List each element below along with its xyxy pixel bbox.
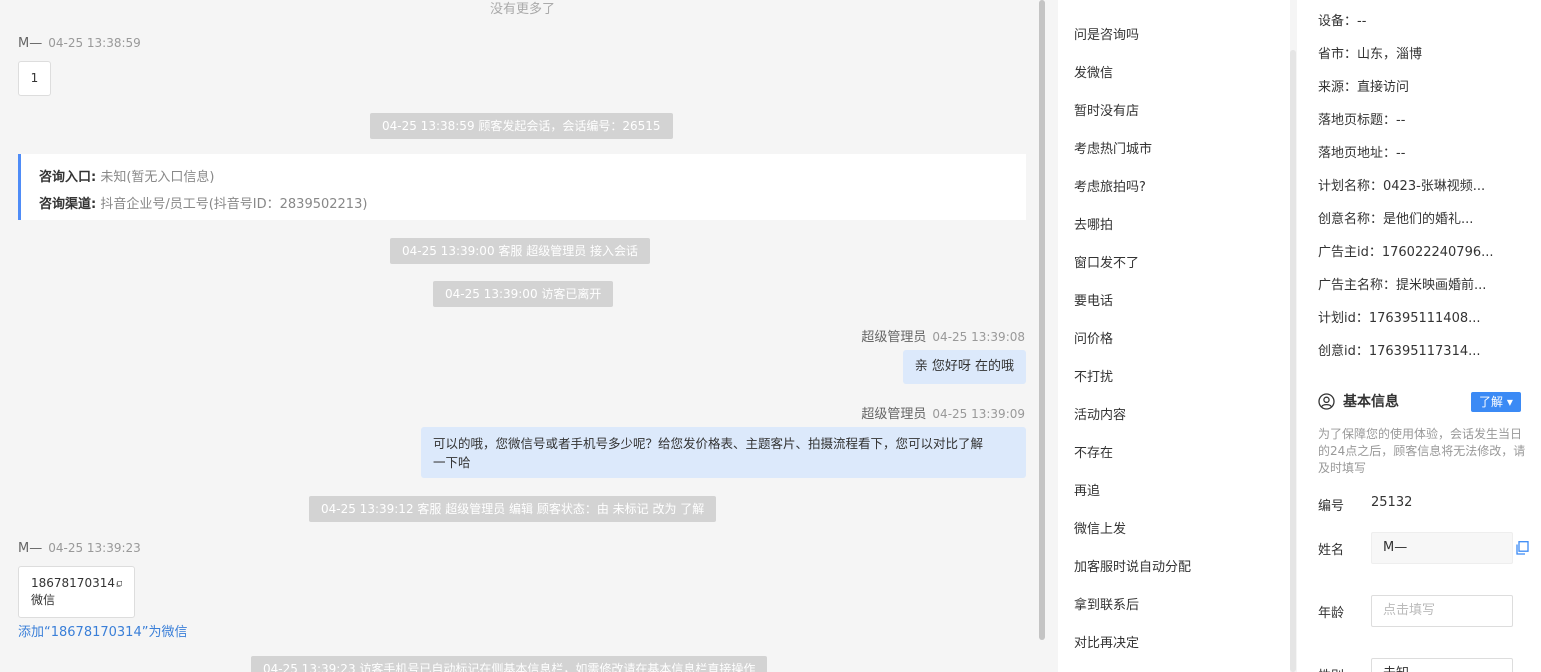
copy-icon[interactable] xyxy=(1515,541,1529,555)
phone-row: 18678170314 xyxy=(31,575,122,592)
name-field[interactable]: M— xyxy=(1371,532,1513,564)
agent-message-line: 可以的哦，您微信号或者手机号多少呢？给您发价格表、主题客片、拍摄流程看下，您可以… xyxy=(433,436,984,451)
quick-reply-item[interactable]: 微信上发 xyxy=(1074,518,1126,537)
user-circle-icon xyxy=(1318,392,1335,410)
quick-reply-item[interactable]: 不打扰 xyxy=(1074,366,1113,385)
chat-scrollbar[interactable] xyxy=(1039,0,1045,672)
quick-reply-item[interactable]: 对比再决定 xyxy=(1074,632,1139,651)
message-meta: 超级管理员 04-25 13:39:09 xyxy=(861,403,1025,422)
plan-name-info: 计划名称：0423-张琳视频... xyxy=(1318,179,1486,194)
chat-scrollbar-thumb[interactable] xyxy=(1039,0,1045,640)
quick-reply-item[interactable]: 考虑热门城市 xyxy=(1074,138,1152,157)
system-message: 04-25 13:39:12 客服 超级管理员 编辑 顾客状态：由 未标记 改为… xyxy=(309,496,717,522)
visitor-info-panel: 设备：-- 省市：山东，淄博 来源：直接访问 落地页标题：-- 落地页地址：--… xyxy=(1297,0,1541,672)
entry-label: 咨询入口: xyxy=(39,170,97,185)
consult-info-card: 咨询入口: 未知(暂无入口信息) 咨询渠道: 抖音企业号/员工号(抖音号ID：2… xyxy=(18,154,1026,220)
no-more-text: 没有更多了 xyxy=(489,2,555,17)
message-time: 04-25 13:39:23 xyxy=(48,541,141,555)
basic-info-hint: 为了保障您的使用体验，会话发生当日的24点之后，顾客信息将无法修改，请及时填写 xyxy=(1318,427,1526,475)
advertiser-name-info: 广告主名称：提米映画婚前... xyxy=(1318,278,1487,293)
channel-value: 抖音企业号/员工号(抖音号ID：2839502213) xyxy=(100,197,368,212)
gender-select[interactable]: 未知 xyxy=(1371,658,1513,672)
gender-label: 性别 xyxy=(1318,665,1344,672)
name-label: 姓名 xyxy=(1318,543,1345,558)
message-time: 04-25 13:39:08 xyxy=(932,330,1025,344)
message-meta: 超级管理员 04-25 13:39:08 xyxy=(861,326,1025,345)
sender-name: M— xyxy=(18,36,43,51)
quick-reply-item[interactable]: 再追 xyxy=(1074,480,1100,499)
landing-url-info: 落地页地址：-- xyxy=(1318,146,1406,161)
advertiser-id-info: 广告主id：176022240796... xyxy=(1318,245,1494,260)
creative-name-info: 创意名称：是他们的婚礼... xyxy=(1318,212,1474,227)
chat-area: 没有更多了 M— 04-25 13:38:59 1 04-25 13:38:59 … xyxy=(0,0,1045,672)
age-field[interactable]: 点击填写 xyxy=(1371,595,1513,627)
agent-message[interactable]: 亲 您好呀 在的哦 xyxy=(902,350,1026,384)
basic-info-title-text: 基本信息 xyxy=(1343,394,1399,410)
quick-replies-panel: 问是咨询吗 发微信 暂时没有店 考虑热门城市 考虑旅拍吗? 去哪拍 窗口发不了 … xyxy=(1058,0,1290,672)
quick-reply-item[interactable]: 问是咨询吗 xyxy=(1074,24,1139,43)
visitor-message[interactable]: 1 xyxy=(18,61,51,96)
sender-name: 超级管理员 xyxy=(861,407,927,422)
basic-info-title: 基本信息 xyxy=(1318,391,1399,411)
channel-label: 咨询渠道: xyxy=(39,197,97,212)
agent-message-line: 一下哈 xyxy=(433,455,471,470)
landing-title-info: 落地页标题：-- xyxy=(1318,113,1406,128)
quick-reply-item[interactable]: 去哪拍 xyxy=(1074,214,1113,233)
quick-reply-item[interactable]: 考虑旅拍吗? xyxy=(1074,176,1146,195)
phone-type: 微信 xyxy=(31,593,56,607)
age-label: 年龄 xyxy=(1318,606,1345,621)
source-info: 来源：直接访问 xyxy=(1318,80,1410,95)
quick-reply-item[interactable]: 窗口发不了 xyxy=(1074,252,1139,271)
creative-id-info: 创意id：176395117314... xyxy=(1318,344,1481,359)
plan-id-info: 计划id：176395111408... xyxy=(1318,311,1481,326)
quick-reply-item[interactable]: 不存在 xyxy=(1074,442,1113,461)
quick-reply-item[interactable]: 问价格 xyxy=(1074,328,1113,347)
quick-reply-item[interactable]: 暂时没有店 xyxy=(1074,100,1139,119)
sender-name: M— xyxy=(18,541,43,556)
system-message: 04-25 13:39:00 客服 超级管理员 接入会话 xyxy=(390,238,651,264)
province-info: 省市：山东，淄博 xyxy=(1318,47,1423,62)
message-time: 04-25 13:38:59 xyxy=(48,36,141,50)
message-meta: M— 04-25 13:39:23 xyxy=(18,541,141,556)
id-label: 编号 xyxy=(1318,499,1345,514)
system-message: 04-25 13:39:00 访客已离开 xyxy=(433,281,614,307)
phone-number: 18678170314 xyxy=(31,576,115,590)
message-time: 04-25 13:39:09 xyxy=(932,407,1025,421)
channel-row: 咨询渠道: 抖音企业号/员工号(抖音号ID：2839502213) xyxy=(39,191,1008,218)
system-message: 04-25 13:38:59 顾客发起会话，会话编号：26515 xyxy=(370,113,673,139)
quick-reply-item[interactable]: 要电话 xyxy=(1074,290,1113,309)
id-value: 25132 xyxy=(1371,495,1413,510)
app-root: 没有更多了 M— 04-25 13:38:59 1 04-25 13:38:59 … xyxy=(0,0,1541,672)
quick-reply-item[interactable]: 加客服时说自动分配 xyxy=(1074,556,1191,575)
quick-replies-scrollbar[interactable] xyxy=(1290,50,1296,672)
visitor-phone-card[interactable]: 18678170314 微信 xyxy=(18,566,135,618)
device-info: 设备：-- xyxy=(1318,14,1367,29)
copy-icon[interactable] xyxy=(116,578,122,590)
entry-value: 未知(暂无入口信息) xyxy=(100,170,215,185)
system-message: 04-25 13:39:23 访客手机号已自动标记在侧基本信息栏，如需修改请在基… xyxy=(251,656,768,672)
quick-reply-item[interactable]: 发微信 xyxy=(1074,62,1113,81)
agent-message[interactable]: 可以的哦，您微信号或者手机号多少呢？给您发价格表、主题客片、拍摄流程看下，您可以… xyxy=(421,427,1026,478)
status-dropdown-button[interactable]: 了解 ▾ xyxy=(1471,392,1521,412)
message-meta: M— 04-25 13:38:59 xyxy=(18,36,141,51)
add-wechat-link[interactable]: 添加“18678170314”为微信 xyxy=(18,621,187,640)
sender-name: 超级管理员 xyxy=(861,330,927,345)
entry-row: 咨询入口: 未知(暂无入口信息) xyxy=(39,164,1008,191)
quick-reply-item[interactable]: 活动内容 xyxy=(1074,404,1126,423)
quick-reply-item[interactable]: 拿到联系后 xyxy=(1074,594,1139,613)
